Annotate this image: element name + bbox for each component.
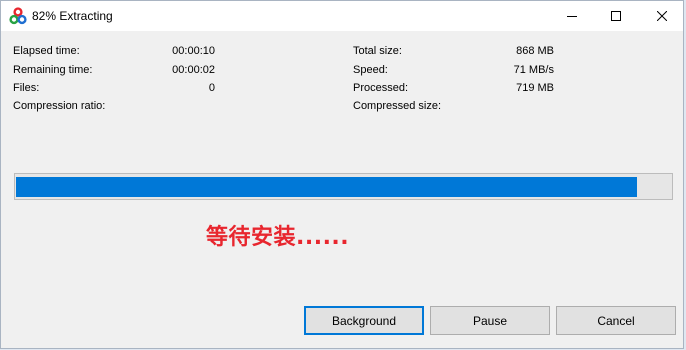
remaining-time-label: Remaining time:	[13, 64, 93, 76]
compression-ratio-label: Compression ratio:	[13, 100, 106, 112]
extract-progress-window: 82% Extracting Elapsed time: 00:00:10 Re…	[0, 0, 684, 349]
remaining-time-value: 00:00:02	[172, 64, 215, 76]
elapsed-time-value: 00:00:10	[172, 45, 215, 57]
stats-panel: Elapsed time: 00:00:10 Remaining time: 0…	[1, 1, 683, 121]
processed-label: Processed:	[353, 82, 409, 94]
compressed-size-label: Compressed size:	[353, 100, 442, 112]
speed-value: 71 MB/s	[513, 64, 554, 76]
waiting-install-text: 等待安装......	[206, 225, 350, 250]
progress-bar	[14, 173, 673, 200]
pause-button[interactable]: Pause	[430, 306, 550, 335]
elapsed-time-label: Elapsed time:	[13, 45, 80, 57]
cancel-button[interactable]: Cancel	[556, 306, 676, 335]
files-label: Files:	[13, 82, 40, 94]
speed-label: Speed:	[353, 64, 388, 76]
files-value: 0	[208, 82, 215, 94]
processed-value: 719 MB	[516, 82, 554, 94]
total-size-label: Total size:	[353, 45, 402, 57]
total-size-value: 868 MB	[516, 45, 554, 57]
progress-bar-fill	[16, 177, 637, 197]
background-button[interactable]: Background	[304, 306, 424, 335]
